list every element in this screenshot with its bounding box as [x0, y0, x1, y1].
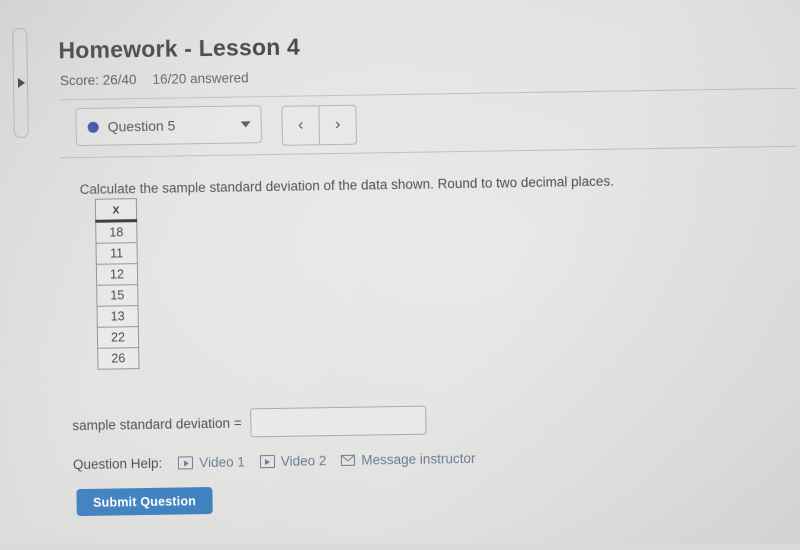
table-row: 12	[96, 263, 138, 286]
table-header-x: x	[95, 198, 137, 222]
table-cell-x: 22	[97, 326, 139, 349]
question-nav-group: ‹ ›	[281, 104, 357, 146]
answer-input[interactable]	[250, 405, 427, 438]
table-row: 13	[97, 305, 139, 328]
video-1-label: Video 1	[199, 454, 245, 471]
header-divider	[59, 87, 797, 101]
sidebar-expand-handle[interactable]	[12, 27, 29, 139]
score-summary: Score: 26/40 16/20 answered	[60, 70, 249, 88]
answered-label: 16/20 answered	[152, 70, 249, 87]
question-select-dropdown[interactable]: Question 5	[75, 105, 262, 147]
table-cell-x: 12	[96, 263, 138, 286]
table-cell-x: 26	[97, 347, 139, 370]
table-header-row: x	[95, 198, 137, 222]
question-select-label: Question 5	[107, 117, 176, 135]
question-prompt: Calculate the sample standard deviation …	[79, 173, 615, 198]
nav-divider	[60, 145, 798, 159]
video-2-link[interactable]: Video 2	[259, 453, 327, 469]
table-row: 26	[97, 347, 139, 370]
message-instructor-label: Message instructor	[361, 450, 476, 468]
next-question-button[interactable]: ›	[318, 105, 356, 145]
table-cell-x: 15	[96, 284, 138, 307]
score-label: Score: 26/40	[59, 72, 137, 89]
page-title: Homework - Lesson 4	[58, 33, 301, 64]
previous-question-button[interactable]: ‹	[282, 106, 319, 145]
chevron-down-icon	[240, 121, 251, 128]
table-body: 18 11 12 15 13 22 26	[95, 220, 139, 370]
triangle-right-icon	[17, 77, 25, 88]
data-table: x 18 11 12 15 13 22 26	[94, 198, 140, 370]
envelope-icon	[341, 454, 356, 466]
screen-photo: Homework - Lesson 4 Score: 26/40 16/20 an…	[0, 0, 800, 544]
answer-row: sample standard deviation =	[72, 405, 427, 441]
submit-question-button[interactable]: Submit Question	[76, 486, 213, 517]
video-1-link[interactable]: Video 1	[178, 454, 245, 470]
answer-label: sample standard deviation =	[72, 415, 242, 434]
question-help-label: Question Help:	[72, 455, 163, 473]
table-row: 15	[96, 284, 138, 307]
play-video-icon	[259, 454, 275, 469]
question-help-row: Question Help: Video 1 Video 2 Message i…	[72, 450, 491, 473]
table-cell-x: 11	[96, 242, 138, 265]
table-cell-x: 18	[95, 220, 138, 244]
table-row: 18	[95, 220, 138, 244]
play-video-icon	[178, 456, 194, 470]
assignment-page: Homework - Lesson 4 Score: 26/40 16/20 an…	[0, 0, 800, 550]
table-cell-x: 13	[97, 305, 139, 328]
table-row: 22	[97, 326, 139, 349]
question-status-dot-icon	[87, 121, 99, 133]
message-instructor-link[interactable]: Message instructor	[341, 450, 476, 468]
table-row: 11	[96, 242, 138, 265]
video-2-label: Video 2	[280, 453, 327, 469]
